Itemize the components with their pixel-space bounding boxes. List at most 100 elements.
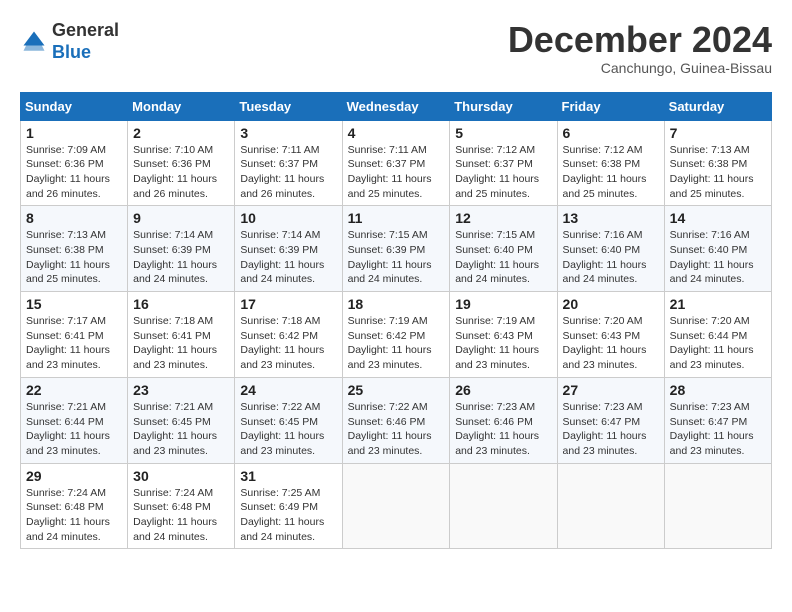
calendar-cell: 22 Sunrise: 7:21 AMSunset: 6:44 PMDaylig…: [21, 377, 128, 463]
calendar-cell: 20 Sunrise: 7:20 AMSunset: 6:43 PMDaylig…: [557, 292, 664, 378]
day-info: Sunrise: 7:16 AMSunset: 6:40 PMDaylight:…: [670, 229, 754, 285]
day-info: Sunrise: 7:13 AMSunset: 6:38 PMDaylight:…: [26, 229, 110, 285]
day-info: Sunrise: 7:24 AMSunset: 6:48 PMDaylight:…: [26, 487, 110, 543]
page-header: General Blue December 2024 Canchungo, Gu…: [20, 20, 772, 76]
day-info: Sunrise: 7:10 AMSunset: 6:36 PMDaylight:…: [133, 144, 217, 200]
calendar-header-saturday: Saturday: [664, 92, 771, 120]
day-number: 25: [348, 382, 445, 398]
location: Canchungo, Guinea-Bissau: [508, 60, 772, 76]
day-info: Sunrise: 7:11 AMSunset: 6:37 PMDaylight:…: [348, 144, 432, 200]
day-number: 22: [26, 382, 122, 398]
calendar-header-row: SundayMondayTuesdayWednesdayThursdayFrid…: [21, 92, 772, 120]
day-number: 24: [240, 382, 336, 398]
calendar-cell: 15 Sunrise: 7:17 AMSunset: 6:41 PMDaylig…: [21, 292, 128, 378]
logo: General Blue: [20, 20, 119, 63]
calendar-cell: 1 Sunrise: 7:09 AMSunset: 6:36 PMDayligh…: [21, 120, 128, 206]
day-info: Sunrise: 7:23 AMSunset: 6:47 PMDaylight:…: [563, 401, 647, 457]
day-number: 27: [563, 382, 659, 398]
day-info: Sunrise: 7:17 AMSunset: 6:41 PMDaylight:…: [26, 315, 110, 371]
day-number: 21: [670, 296, 766, 312]
day-info: Sunrise: 7:21 AMSunset: 6:45 PMDaylight:…: [133, 401, 217, 457]
day-number: 7: [670, 125, 766, 141]
day-info: Sunrise: 7:09 AMSunset: 6:36 PMDaylight:…: [26, 144, 110, 200]
day-number: 30: [133, 468, 229, 484]
calendar-cell: 14 Sunrise: 7:16 AMSunset: 6:40 PMDaylig…: [664, 206, 771, 292]
day-info: Sunrise: 7:15 AMSunset: 6:39 PMDaylight:…: [348, 229, 432, 285]
calendar-cell: 28 Sunrise: 7:23 AMSunset: 6:47 PMDaylig…: [664, 377, 771, 463]
calendar-week-5: 29 Sunrise: 7:24 AMSunset: 6:48 PMDaylig…: [21, 463, 772, 549]
day-info: Sunrise: 7:25 AMSunset: 6:49 PMDaylight:…: [240, 487, 324, 543]
calendar-table: SundayMondayTuesdayWednesdayThursdayFrid…: [20, 92, 772, 550]
day-info: Sunrise: 7:18 AMSunset: 6:42 PMDaylight:…: [240, 315, 324, 371]
calendar-cell: 21 Sunrise: 7:20 AMSunset: 6:44 PMDaylig…: [664, 292, 771, 378]
day-number: 9: [133, 210, 229, 226]
day-info: Sunrise: 7:19 AMSunset: 6:43 PMDaylight:…: [455, 315, 539, 371]
calendar-cell: 8 Sunrise: 7:13 AMSunset: 6:38 PMDayligh…: [21, 206, 128, 292]
calendar-cell: 6 Sunrise: 7:12 AMSunset: 6:38 PMDayligh…: [557, 120, 664, 206]
day-info: Sunrise: 7:11 AMSunset: 6:37 PMDaylight:…: [240, 144, 324, 200]
month-title: December 2024: [508, 20, 772, 60]
day-number: 20: [563, 296, 659, 312]
day-info: Sunrise: 7:19 AMSunset: 6:42 PMDaylight:…: [348, 315, 432, 371]
calendar-cell: 10 Sunrise: 7:14 AMSunset: 6:39 PMDaylig…: [235, 206, 342, 292]
day-info: Sunrise: 7:23 AMSunset: 6:46 PMDaylight:…: [455, 401, 539, 457]
day-info: Sunrise: 7:22 AMSunset: 6:46 PMDaylight:…: [348, 401, 432, 457]
calendar-cell: 17 Sunrise: 7:18 AMSunset: 6:42 PMDaylig…: [235, 292, 342, 378]
calendar-week-2: 8 Sunrise: 7:13 AMSunset: 6:38 PMDayligh…: [21, 206, 772, 292]
calendar-header-sunday: Sunday: [21, 92, 128, 120]
calendar-cell: 24 Sunrise: 7:22 AMSunset: 6:45 PMDaylig…: [235, 377, 342, 463]
title-section: December 2024 Canchungo, Guinea-Bissau: [508, 20, 772, 76]
day-number: 2: [133, 125, 229, 141]
logo-blue-text: Blue: [52, 42, 91, 62]
calendar-cell: 31 Sunrise: 7:25 AMSunset: 6:49 PMDaylig…: [235, 463, 342, 549]
calendar-cell: 16 Sunrise: 7:18 AMSunset: 6:41 PMDaylig…: [128, 292, 235, 378]
calendar-header-monday: Monday: [128, 92, 235, 120]
day-number: 15: [26, 296, 122, 312]
day-info: Sunrise: 7:23 AMSunset: 6:47 PMDaylight:…: [670, 401, 754, 457]
logo-general-text: General: [52, 20, 119, 40]
day-number: 17: [240, 296, 336, 312]
calendar-header-tuesday: Tuesday: [235, 92, 342, 120]
day-info: Sunrise: 7:22 AMSunset: 6:45 PMDaylight:…: [240, 401, 324, 457]
day-info: Sunrise: 7:20 AMSunset: 6:44 PMDaylight:…: [670, 315, 754, 371]
day-number: 18: [348, 296, 445, 312]
calendar-cell: 30 Sunrise: 7:24 AMSunset: 6:48 PMDaylig…: [128, 463, 235, 549]
calendar-cell: 27 Sunrise: 7:23 AMSunset: 6:47 PMDaylig…: [557, 377, 664, 463]
calendar-cell: 23 Sunrise: 7:21 AMSunset: 6:45 PMDaylig…: [128, 377, 235, 463]
calendar-week-4: 22 Sunrise: 7:21 AMSunset: 6:44 PMDaylig…: [21, 377, 772, 463]
day-number: 1: [26, 125, 122, 141]
day-number: 13: [563, 210, 659, 226]
calendar-cell: 19 Sunrise: 7:19 AMSunset: 6:43 PMDaylig…: [450, 292, 557, 378]
logo-icon: [20, 28, 48, 56]
day-info: Sunrise: 7:24 AMSunset: 6:48 PMDaylight:…: [133, 487, 217, 543]
day-number: 16: [133, 296, 229, 312]
day-number: 14: [670, 210, 766, 226]
calendar-cell: [342, 463, 450, 549]
day-number: 31: [240, 468, 336, 484]
calendar-cell: [664, 463, 771, 549]
calendar-header-wednesday: Wednesday: [342, 92, 450, 120]
calendar-cell: [557, 463, 664, 549]
day-number: 28: [670, 382, 766, 398]
calendar-cell: [450, 463, 557, 549]
day-number: 12: [455, 210, 551, 226]
calendar-week-3: 15 Sunrise: 7:17 AMSunset: 6:41 PMDaylig…: [21, 292, 772, 378]
calendar-cell: 3 Sunrise: 7:11 AMSunset: 6:37 PMDayligh…: [235, 120, 342, 206]
day-number: 19: [455, 296, 551, 312]
calendar-cell: 26 Sunrise: 7:23 AMSunset: 6:46 PMDaylig…: [450, 377, 557, 463]
calendar-cell: 13 Sunrise: 7:16 AMSunset: 6:40 PMDaylig…: [557, 206, 664, 292]
day-number: 26: [455, 382, 551, 398]
calendar-cell: 4 Sunrise: 7:11 AMSunset: 6:37 PMDayligh…: [342, 120, 450, 206]
calendar-cell: 25 Sunrise: 7:22 AMSunset: 6:46 PMDaylig…: [342, 377, 450, 463]
day-number: 29: [26, 468, 122, 484]
calendar-header-thursday: Thursday: [450, 92, 557, 120]
day-info: Sunrise: 7:14 AMSunset: 6:39 PMDaylight:…: [240, 229, 324, 285]
day-info: Sunrise: 7:18 AMSunset: 6:41 PMDaylight:…: [133, 315, 217, 371]
day-number: 11: [348, 210, 445, 226]
calendar-cell: 11 Sunrise: 7:15 AMSunset: 6:39 PMDaylig…: [342, 206, 450, 292]
day-info: Sunrise: 7:21 AMSunset: 6:44 PMDaylight:…: [26, 401, 110, 457]
day-number: 4: [348, 125, 445, 141]
day-number: 23: [133, 382, 229, 398]
calendar-cell: 2 Sunrise: 7:10 AMSunset: 6:36 PMDayligh…: [128, 120, 235, 206]
day-number: 3: [240, 125, 336, 141]
